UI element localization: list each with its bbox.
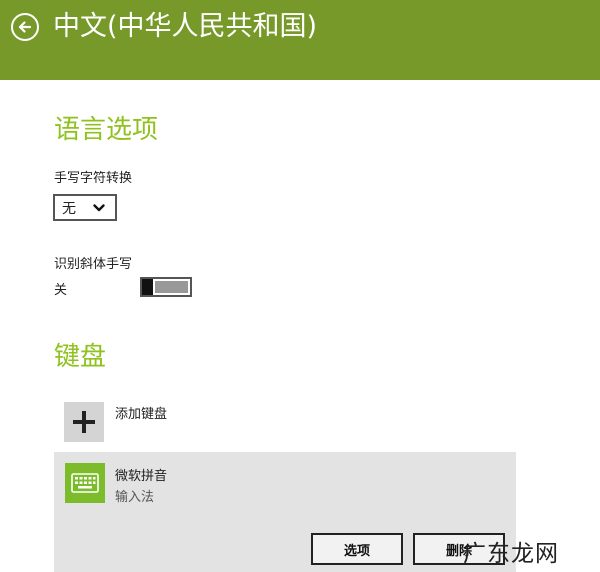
keyboard-heading: 键盘 [54,342,107,372]
keyboard-glyph-icon [71,473,99,493]
add-keyboard-button[interactable] [64,402,104,442]
options-button[interactable]: 选项 [311,533,403,565]
add-keyboard-label: 添加键盘 [115,407,168,422]
watermark-text: 广东龙网 [463,541,559,567]
plus-icon-bar [73,420,95,424]
keyboard-icon [65,463,105,503]
toggle-state-label: 关 [54,283,68,298]
italic-recognition-toggle[interactable] [140,277,192,297]
keyboard-name: 微软拼音 [115,469,168,484]
chevron-down-icon [93,204,105,212]
toggle-track [155,281,188,293]
watermark-logo: 广东龙网 [435,530,600,572]
back-button[interactable] [11,13,39,41]
page-title: 中文(中华人民共和国) [53,11,318,42]
app-header: 中文(中华人民共和国) [0,0,600,80]
dropdown-selected-value: 无 [62,200,76,217]
handwriting-conversion-dropdown[interactable]: 无 [53,194,117,221]
back-arrow-icon [18,21,32,33]
italic-recognition-label: 识别斜体手写 [54,257,133,272]
toggle-thumb [142,279,153,295]
handwriting-conversion-label: 手写字符转换 [54,171,133,186]
keyboard-type: 输入法 [115,490,155,505]
language-options-heading: 语言选项 [54,115,159,145]
options-button-label: 选项 [343,543,370,559]
